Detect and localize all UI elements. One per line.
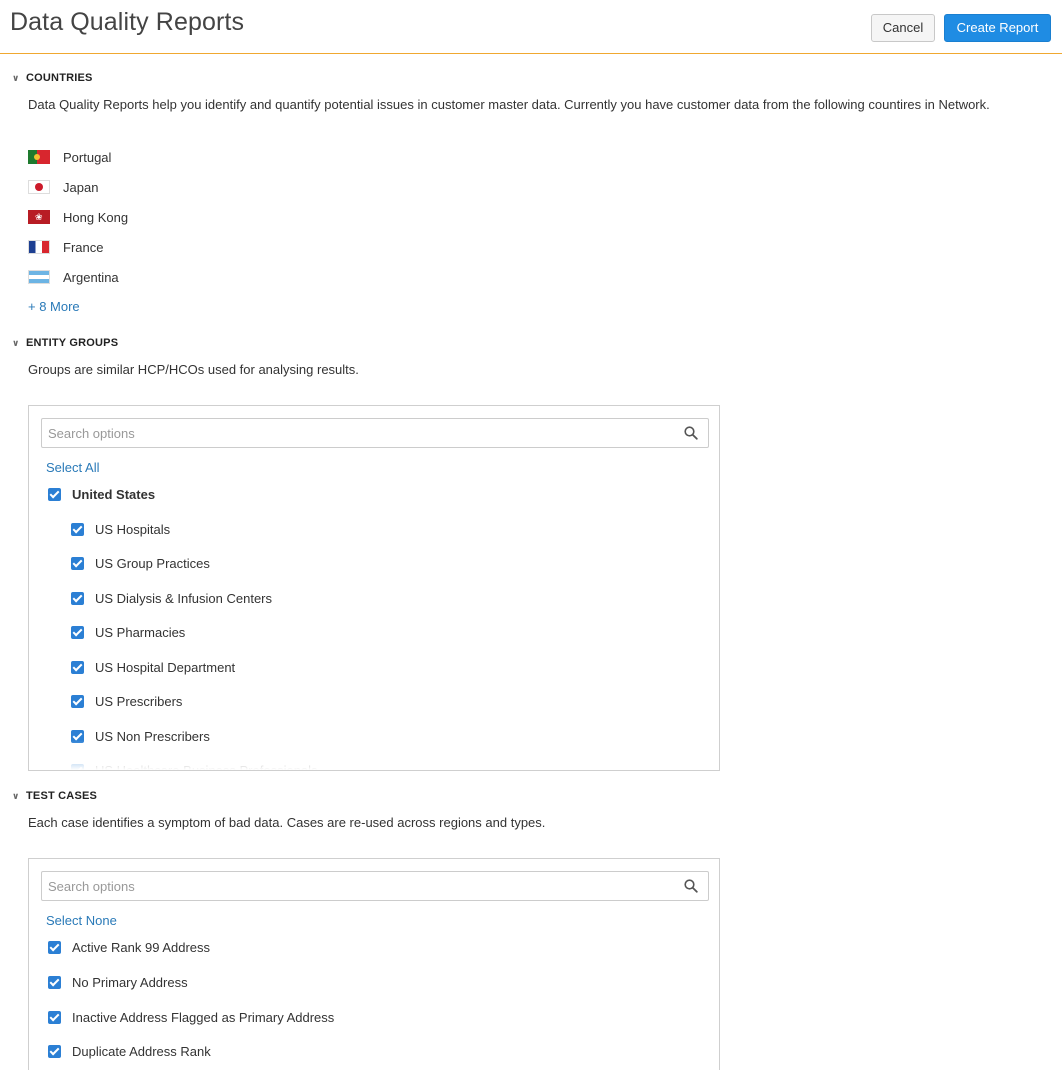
portugal-flag-icon (28, 150, 50, 164)
checkbox[interactable] (71, 591, 84, 605)
option-item[interactable]: US Pharmacies (71, 622, 185, 642)
scroll-fade (29, 740, 719, 770)
option-item[interactable]: No Primary Address (48, 972, 188, 992)
checkbox[interactable] (71, 660, 84, 674)
argentina-flag-icon (28, 270, 50, 284)
option-label: Duplicate Address Rank (72, 1043, 211, 1059)
test-cases-section-toggle[interactable]: ∨ TEST CASES (12, 790, 97, 802)
option-label: US Group Practices (95, 555, 210, 571)
countries-section-toggle[interactable]: ∨ COUNTRIES (12, 72, 93, 84)
option-item[interactable]: Active Rank 99 Address (48, 937, 210, 957)
checkbox[interactable] (48, 975, 61, 989)
test-cases-description: Each case identifies a symptom of bad da… (28, 815, 546, 830)
entity-groups-search (41, 418, 709, 448)
select-none-link[interactable]: Select None (46, 913, 117, 928)
page-header: Data Quality Reports Cancel Create Repor… (0, 0, 1062, 54)
entity-groups-panel: Select All United States US Hospitals US… (28, 405, 720, 771)
hong-kong-flag-icon (28, 210, 50, 224)
option-item[interactable]: US Group Practices (71, 553, 210, 573)
checkbox[interactable] (71, 522, 84, 536)
country-label: Hong Kong (63, 209, 129, 225)
checkbox[interactable] (71, 556, 84, 570)
entity-groups-search-input[interactable] (42, 419, 672, 447)
search-icon[interactable] (684, 426, 698, 440)
select-all-link[interactable]: Select All (46, 460, 99, 475)
chevron-down-icon: ∨ (12, 72, 20, 83)
checkbox[interactable] (48, 487, 61, 501)
create-report-button[interactable]: Create Report (944, 14, 1051, 42)
entity-groups-description: Groups are similar HCP/HCOs used for ana… (28, 362, 359, 377)
option-item[interactable]: US Dialysis & Infusion Centers (71, 588, 272, 608)
country-label: Japan (63, 179, 99, 195)
test-cases-heading: TEST CASES (26, 790, 98, 802)
countries-heading: COUNTRIES (26, 72, 93, 84)
country-item: Japan (28, 177, 98, 197)
option-item[interactable]: Inactive Address Flagged as Primary Addr… (48, 1007, 334, 1027)
option-label: US Hospital Department (95, 659, 236, 675)
option-label: Active Rank 99 Address (72, 939, 211, 955)
cancel-button[interactable]: Cancel (871, 14, 935, 42)
more-countries-link[interactable]: + 8 More (28, 299, 80, 314)
search-icon[interactable] (684, 879, 698, 893)
option-item[interactable]: US Hospital Department (71, 657, 235, 677)
country-item: France (28, 237, 103, 257)
option-label: US Hospitals (95, 521, 171, 537)
test-cases-panel: Select None Active Rank 99 Address No Pr… (28, 858, 720, 1070)
option-label: No Primary Address (72, 974, 188, 990)
entity-groups-heading: ENTITY GROUPS (26, 337, 119, 349)
japan-flag-icon (28, 180, 50, 194)
test-cases-search (41, 871, 709, 901)
option-united-states[interactable]: United States (48, 484, 155, 504)
country-item: Hong Kong (28, 207, 128, 227)
country-label: France (63, 239, 104, 255)
country-item: Portugal (28, 147, 111, 167)
checkbox[interactable] (71, 694, 84, 708)
option-label: United States (72, 486, 156, 502)
option-item[interactable]: Duplicate Address Rank (48, 1041, 211, 1061)
countries-description: Data Quality Reports help you identify a… (28, 97, 990, 112)
country-label: Argentina (63, 269, 119, 285)
france-flag-icon (28, 240, 50, 254)
option-label: Inactive Address Flagged as Primary Addr… (72, 1009, 335, 1025)
option-label: US Dialysis & Infusion Centers (95, 590, 273, 606)
option-item[interactable]: US Hospitals (71, 519, 170, 539)
option-label: US Prescribers (95, 693, 183, 709)
checkbox[interactable] (48, 1010, 61, 1024)
checkbox[interactable] (71, 625, 84, 639)
page-title: Data Quality Reports (10, 8, 245, 36)
test-cases-search-input[interactable] (42, 872, 672, 900)
checkbox[interactable] (48, 940, 61, 954)
chevron-down-icon: ∨ (12, 337, 20, 348)
chevron-down-icon: ∨ (12, 790, 20, 801)
checkbox[interactable] (48, 1044, 61, 1058)
country-item: Argentina (28, 267, 119, 287)
option-label: US Pharmacies (95, 624, 186, 640)
option-item[interactable]: US Prescribers (71, 691, 182, 711)
country-label: Portugal (63, 149, 112, 165)
entity-groups-section-toggle[interactable]: ∨ ENTITY GROUPS (12, 337, 118, 349)
